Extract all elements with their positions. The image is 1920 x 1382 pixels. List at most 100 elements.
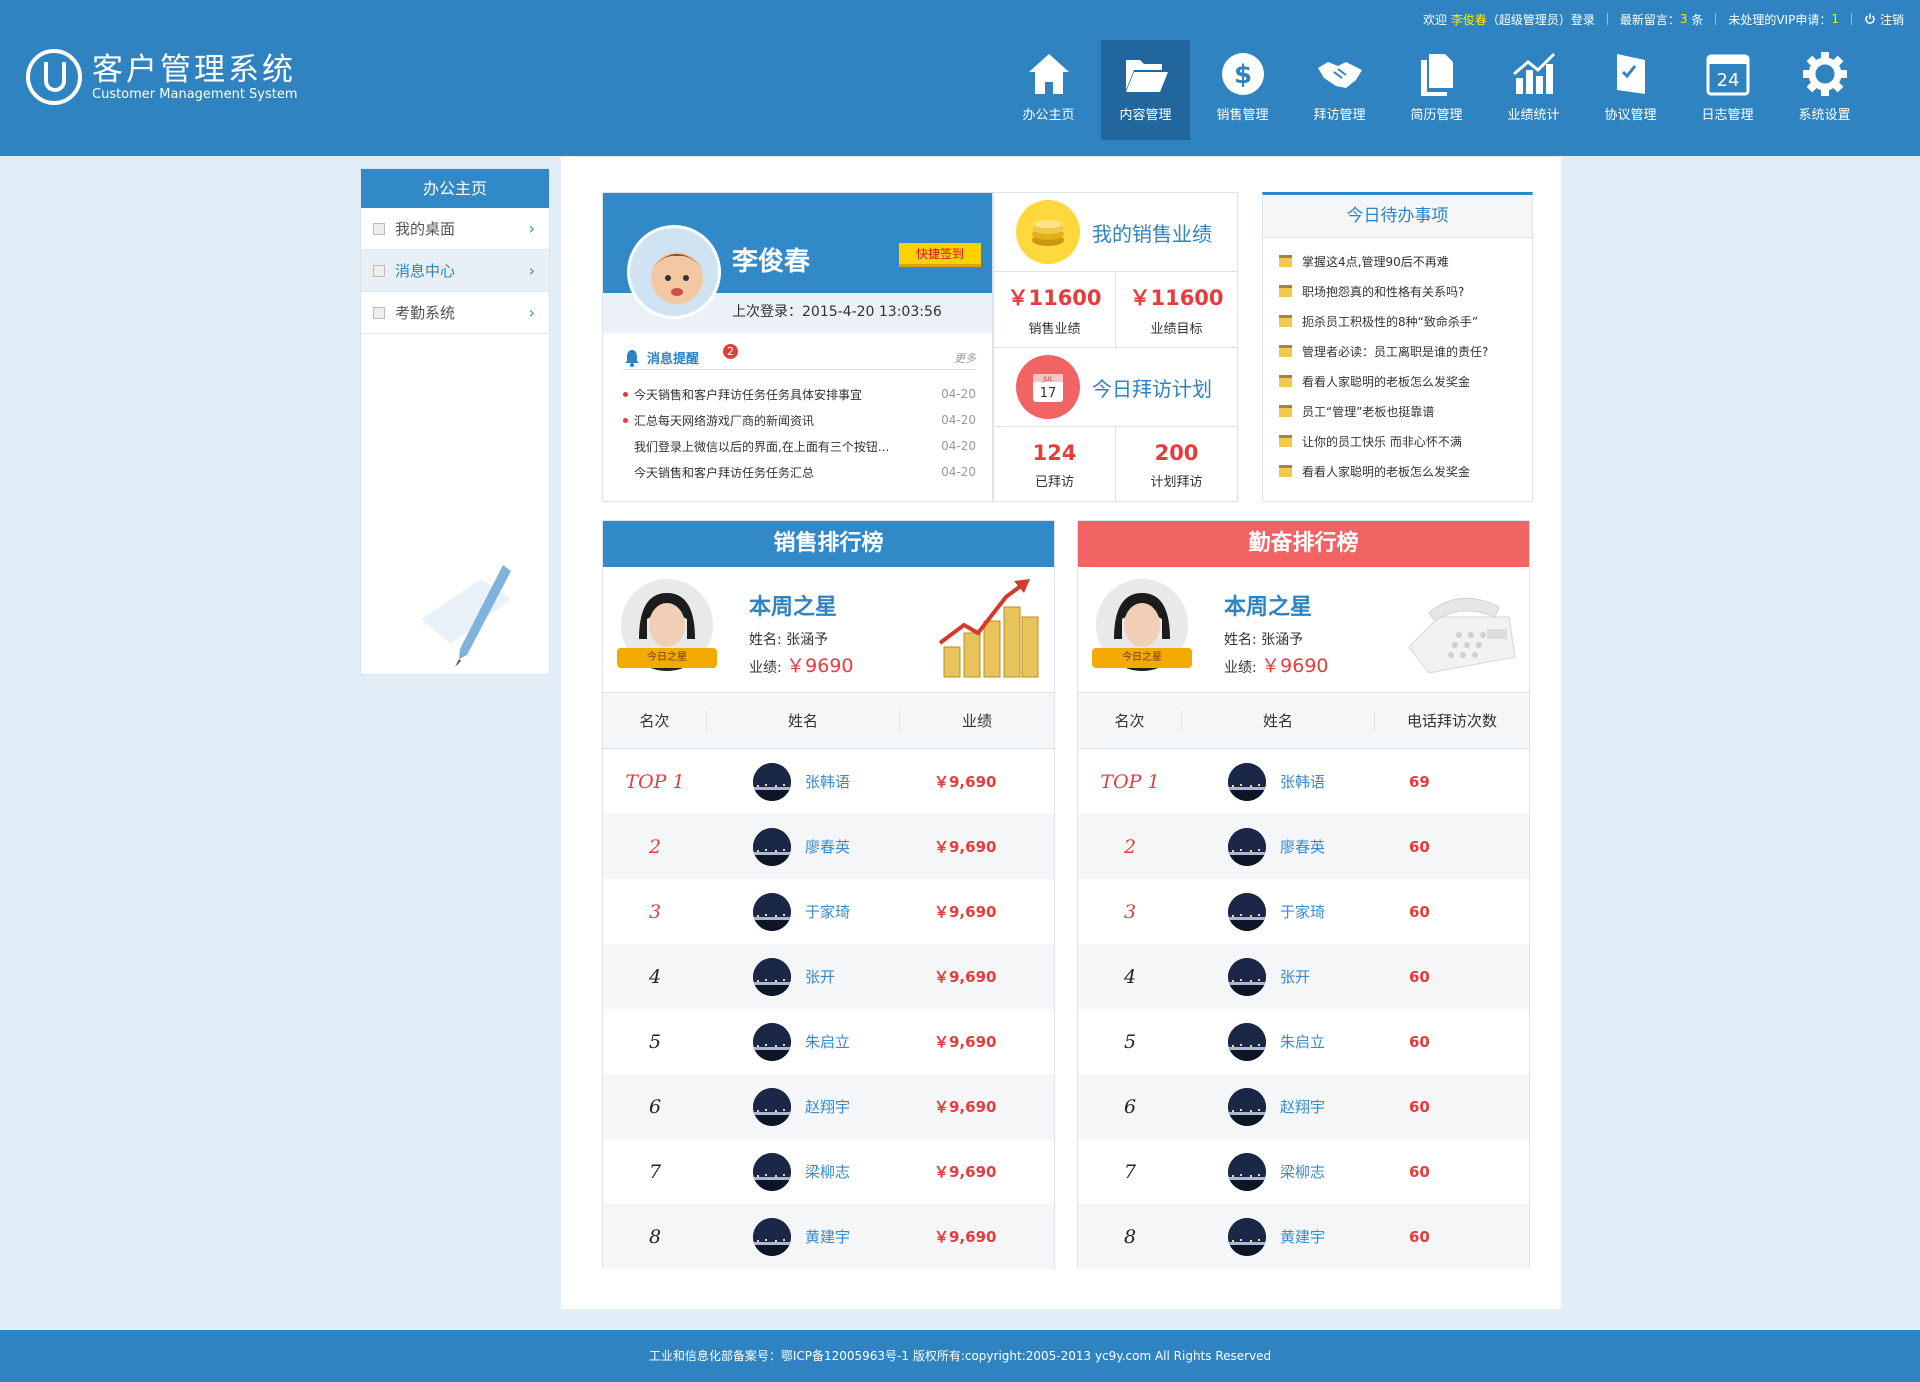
person-name-link[interactable]: 朱启立: [1280, 1031, 1325, 1052]
table-header: 名次 姓名 业绩: [603, 693, 1054, 749]
table-row: 7 梁柳志 ￥9,690: [603, 1139, 1054, 1204]
weekly-star: 今日之星 本周之星 姓名: 张涵予 业绩: ￥9690: [603, 567, 1054, 693]
person-name-link[interactable]: 赵翔宇: [805, 1096, 850, 1117]
person-name-link[interactable]: 黄建宇: [805, 1226, 850, 1247]
avatar: [753, 762, 791, 801]
avatar: [753, 957, 791, 996]
unread-dot: [623, 417, 628, 423]
star-title: 本周之星: [749, 595, 838, 620]
more-link[interactable]: 更多: [954, 350, 976, 366]
person-name-link[interactable]: 赵翔宇: [1280, 1096, 1325, 1117]
nav-label: 日志管理: [1701, 108, 1754, 123]
list-item[interactable]: 职场抱怨真的和性格有关系吗?: [1279, 276, 1532, 306]
nav-visit[interactable]: 拜访管理: [1295, 40, 1384, 140]
table-row: 3 于家琦 60: [1078, 879, 1529, 944]
list-item[interactable]: 管理者必读：员工离职是谁的责任?: [1279, 336, 1532, 366]
person-name-link[interactable]: 廖春英: [1280, 836, 1325, 857]
performance-value: ￥9,690: [934, 903, 997, 921]
list-item[interactable]: 扼杀员工积极性的8种“致命杀手”: [1279, 306, 1532, 336]
sales-actual-label: 销售业绩: [1028, 322, 1081, 337]
logout-link[interactable]: 注销: [1864, 11, 1904, 28]
profile-header: 李俊春 快捷签到 上次登录：2015-4-20 13:03:56: [603, 193, 992, 333]
list-item[interactable]: 汇总每天网络游戏厂商的新闻资讯 04-20: [623, 407, 976, 433]
telephone-illustration: [1408, 597, 1516, 674]
chevron-right-icon: ›: [528, 303, 535, 322]
message-count-badge: 2: [723, 344, 738, 359]
rank-number: 8: [1123, 1225, 1137, 1248]
call-count-value: 60: [1409, 967, 1430, 986]
table-row: 4 张开 60: [1078, 944, 1529, 1009]
todo-text: 看看人家聪明的老板怎么发奖金: [1302, 464, 1471, 479]
rank-number: 3: [1123, 900, 1137, 923]
table-row: 5 朱启立 60: [1078, 1009, 1529, 1074]
vip-label[interactable]: 未处理的VIP申请：: [1728, 11, 1831, 28]
star-performance-value: ￥9690: [1261, 655, 1329, 677]
nav-settings[interactable]: 系统设置: [1780, 40, 1869, 140]
table-row: 6 赵翔宇 ￥9,690: [603, 1074, 1054, 1139]
visited-label: 已拜访: [1034, 474, 1074, 490]
person-name-link[interactable]: 张韩语: [1280, 771, 1325, 792]
list-item[interactable]: 看看人家聪明的老板怎么发奖金: [1279, 366, 1532, 396]
note-icon: [1279, 285, 1292, 297]
person-name-link[interactable]: 于家琦: [1280, 901, 1325, 922]
rank-number: 7: [648, 1160, 662, 1183]
list-item[interactable]: 让你的员工快乐 而非心怀不满: [1279, 426, 1532, 456]
rank-number: 6: [648, 1095, 662, 1118]
person-name-link[interactable]: 朱启立: [805, 1031, 850, 1052]
todo-text: 管理者必读：员工离职是谁的责任?: [1302, 344, 1489, 359]
message-title[interactable]: 消息提醒: [647, 348, 699, 367]
sidebar-title: 办公主页: [361, 169, 549, 208]
list-item[interactable]: 我们登录上微信以后的界面,在上面有三个按钮... 04-20: [623, 433, 976, 459]
name-cell: 朱启立: [1182, 1022, 1375, 1061]
weekly-star: 今日之星 本周之星 姓名: 张涵予 业绩: ￥9690: [1078, 567, 1529, 693]
nav-agreement[interactable]: 协议管理: [1586, 40, 1675, 140]
list-item[interactable]: 今天销售和客户拜访任务任务具体安排事宜 04-20: [623, 381, 976, 407]
visit-plan-title: 今日拜访计划: [1092, 376, 1212, 401]
avatar: [1228, 1217, 1266, 1256]
person-name-link[interactable]: 梁柳志: [1280, 1161, 1325, 1182]
logo-icon: [26, 49, 82, 105]
nav-performance[interactable]: 业绩统计: [1489, 40, 1578, 140]
app-logo[interactable]: 客户管理系统 Customer Management System: [26, 49, 298, 105]
message-text: 我们登录上微信以后的界面,在上面有三个按钮...: [634, 439, 890, 454]
name-cell: 张韩语: [707, 762, 900, 801]
person-name-link[interactable]: 张韩语: [805, 771, 850, 792]
svg-text:17: 17: [1040, 386, 1057, 401]
person-name-link[interactable]: 梁柳志: [805, 1161, 850, 1182]
avatar: [1228, 1087, 1266, 1126]
sidebar-item-messages[interactable]: 消息中心 ›: [361, 250, 549, 292]
performance-value: ￥9,690: [934, 1098, 997, 1116]
person-name-link[interactable]: 张开: [805, 966, 835, 987]
new-msg-count[interactable]: 3: [1680, 12, 1688, 26]
rank-number: 8: [648, 1225, 662, 1248]
top-user-info: 欢迎 李俊春 （超级管理员）登录 最新留言： 3 条 未处理的VIP申请： 1 注销: [1423, 8, 1904, 30]
new-msg-label[interactable]: 最新留言：: [1620, 11, 1680, 28]
person-name-link[interactable]: 张开: [1280, 966, 1310, 987]
list-item[interactable]: 看看人家聪明的老板怎么发奖金: [1279, 456, 1532, 486]
name-cell: 廖春英: [707, 827, 900, 866]
nav-home[interactable]: 办公主页: [1004, 40, 1093, 140]
table-row: 3 于家琦 ￥9,690: [603, 879, 1054, 944]
call-count-value: 60: [1409, 837, 1430, 856]
sales-perf-header: 我的销售业绩: [994, 193, 1237, 271]
divider: [1715, 13, 1717, 25]
nav-content[interactable]: 内容管理: [1101, 40, 1190, 140]
vip-count[interactable]: 1: [1831, 12, 1839, 26]
call-count-value: 60: [1409, 1097, 1430, 1116]
nav-sales[interactable]: $ 销售管理: [1198, 40, 1287, 140]
nav-resume[interactable]: 简历管理: [1392, 40, 1481, 140]
current-user-link[interactable]: 李俊春: [1451, 11, 1487, 28]
chevron-right-icon: ›: [528, 261, 535, 280]
person-name-link[interactable]: 于家琦: [805, 901, 850, 922]
person-name-link[interactable]: 黄建宇: [1280, 1226, 1325, 1247]
diligence-ranking-panel: 勤奋排行榜 今日之星 本周之星 姓名: 张涵予 业绩: ￥9690 名次 姓名 …: [1077, 520, 1530, 1269]
list-item[interactable]: 员工“管理”老板也挺靠谱: [1279, 396, 1532, 426]
list-icon: [373, 306, 385, 319]
sidebar-item-desktop[interactable]: 我的桌面 ›: [361, 208, 549, 250]
sidebar-item-attendance[interactable]: 考勤系统 ›: [361, 292, 549, 334]
list-item[interactable]: 掌握这4点,管理90后不再难: [1279, 246, 1532, 276]
quick-sign-button[interactable]: 快捷签到: [899, 243, 981, 267]
nav-log[interactable]: 24 日志管理: [1683, 40, 1772, 140]
list-item[interactable]: 今天销售和客户拜访任务任务汇总 04-20: [623, 459, 976, 485]
person-name-link[interactable]: 廖春英: [805, 836, 850, 857]
